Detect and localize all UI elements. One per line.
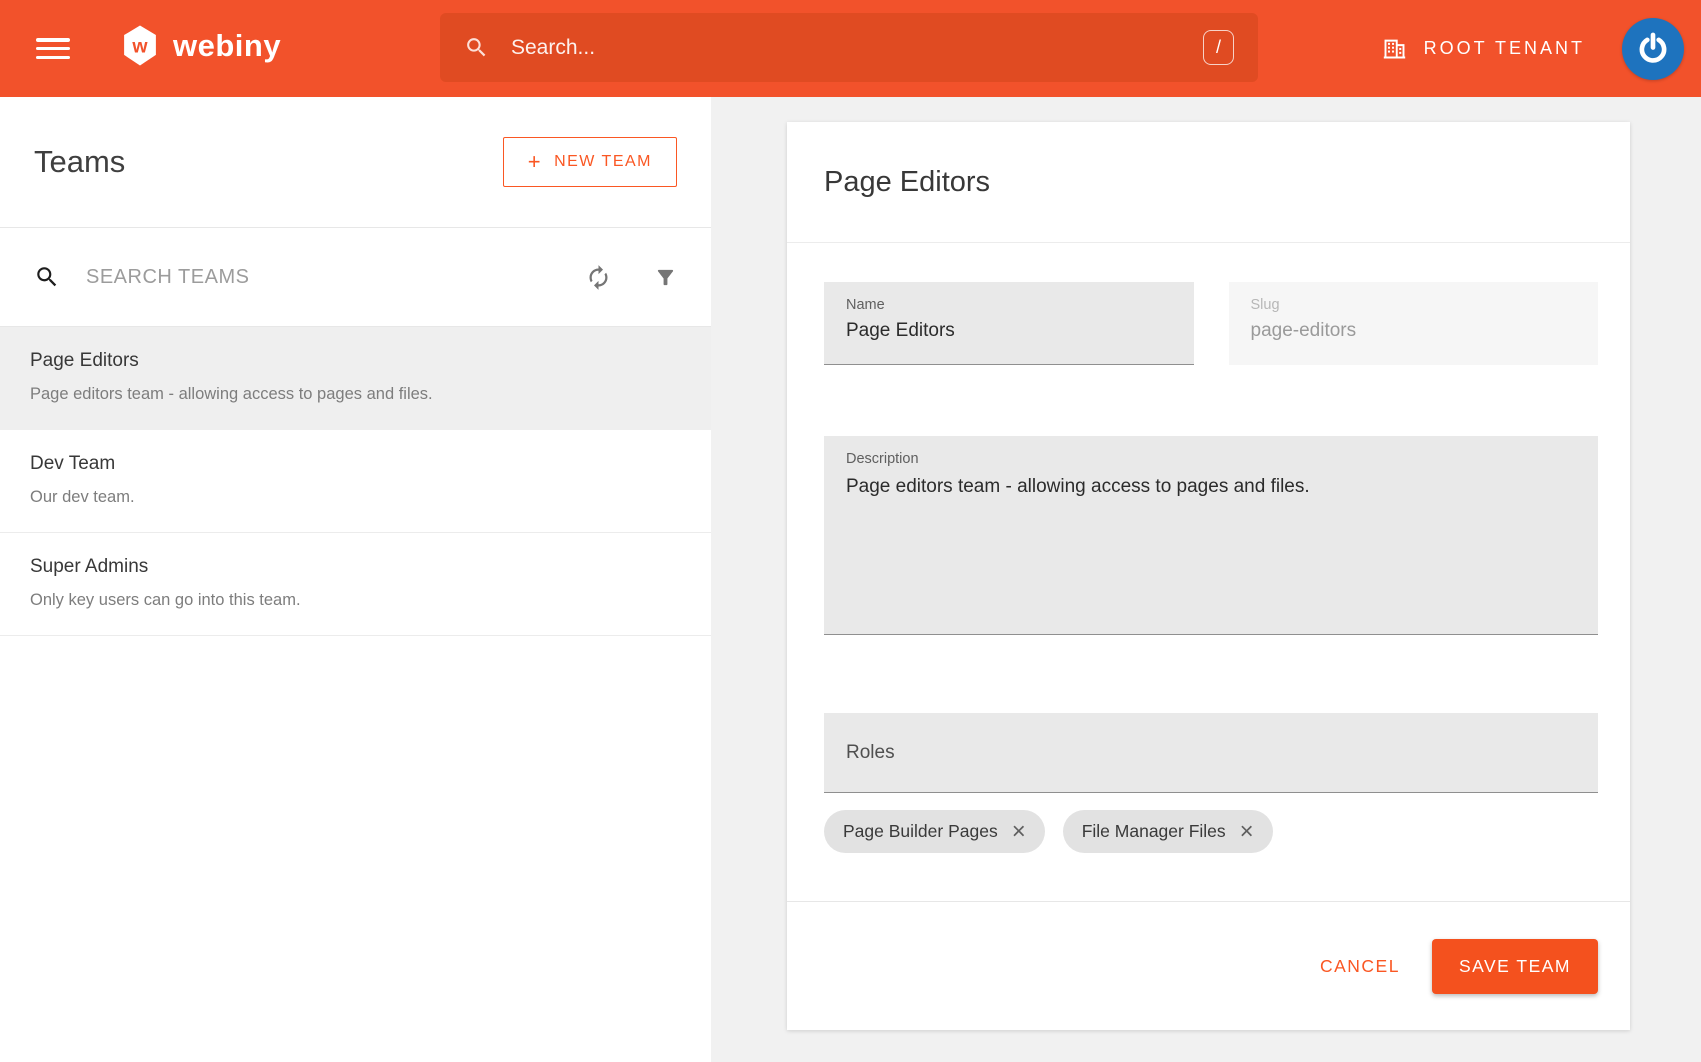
filter-icon (654, 266, 677, 289)
search-icon (464, 35, 489, 60)
role-chip[interactable]: Page Builder Pages × (824, 810, 1045, 853)
roles-field[interactable]: Roles (824, 713, 1598, 793)
webiny-logo[interactable]: w webiny (121, 25, 281, 66)
roles-chips: Page Builder Pages × File Manager Files … (824, 810, 1598, 853)
save-team-button[interactable]: SAVE TEAM (1432, 939, 1598, 994)
name-field: Name (824, 282, 1194, 365)
description-input[interactable]: Page editors team - allowing access to p… (846, 474, 1576, 624)
team-form-card: Page Editors Name Slug Description Page … (787, 122, 1630, 1030)
svg-text:w: w (131, 36, 148, 58)
global-search-input[interactable] (511, 36, 1203, 60)
slug-label: Slug (1251, 297, 1577, 313)
logo-text: webiny (173, 28, 281, 64)
webiny-admin-app: w webiny / (0, 0, 1701, 1062)
team-name: Dev Team (30, 453, 677, 475)
avatar[interactable] (1622, 18, 1684, 80)
top-bar: w webiny / (0, 0, 1701, 97)
slash-shortcut-badge: / (1203, 30, 1234, 65)
team-description: Only key users can go into this team. (30, 591, 677, 610)
refresh-icon (585, 264, 612, 291)
new-team-button-label: NEW TEAM (554, 153, 652, 171)
team-description: Our dev team. (30, 488, 677, 507)
form-body: Name Slug Description Page editors team … (787, 243, 1630, 853)
teams-search-input[interactable] (86, 266, 585, 289)
power-icon (1635, 31, 1671, 67)
global-search[interactable]: / (440, 13, 1258, 82)
page-title: Teams (34, 144, 125, 180)
team-list-item[interactable]: Super Admins Only key users can go into … (0, 533, 711, 636)
top-bar-right: ROOT TENANT (1381, 0, 1684, 97)
team-description: Page editors team - allowing access to p… (30, 385, 677, 404)
slug-input (1251, 320, 1577, 342)
role-chip[interactable]: File Manager Files × (1063, 810, 1273, 853)
team-list-item[interactable]: Page Editors Page editors team - allowin… (0, 327, 711, 430)
team-list: Page Editors Page editors team - allowin… (0, 327, 711, 636)
filter-button[interactable] (654, 266, 677, 289)
name-input[interactable] (846, 320, 1172, 342)
webiny-hexagon-icon: w (121, 25, 159, 66)
description-label: Description (846, 451, 1576, 467)
plus-icon: + (528, 151, 542, 173)
search-icon (34, 264, 60, 290)
new-team-button[interactable]: + NEW TEAM (503, 137, 677, 187)
slug-field: Slug (1229, 282, 1599, 365)
teams-search-bar (0, 228, 711, 327)
form-actions: CANCEL SAVE TEAM (787, 901, 1630, 1030)
role-chip-label: File Manager Files (1082, 821, 1226, 842)
teams-list-panel: Teams + NEW TEAM (0, 97, 711, 1062)
team-details-area: Page Editors Name Slug Description Page … (711, 97, 1701, 1062)
teams-panel-header: Teams + NEW TEAM (0, 97, 711, 228)
tenant-selector[interactable]: ROOT TENANT (1381, 35, 1585, 62)
menu-icon[interactable] (36, 38, 70, 59)
form-title: Page Editors (824, 166, 990, 199)
name-label: Name (846, 297, 1172, 313)
building-icon (1381, 35, 1408, 62)
team-list-item[interactable]: Dev Team Our dev team. (0, 430, 711, 533)
form-title-bar: Page Editors (787, 122, 1630, 243)
description-field: Description Page editors team - allowing… (824, 436, 1598, 635)
refresh-button[interactable] (585, 264, 612, 291)
role-chip-label: Page Builder Pages (843, 821, 998, 842)
remove-chip-icon[interactable]: × (1012, 820, 1026, 844)
roles-label: Roles (846, 742, 895, 764)
team-name: Super Admins (30, 556, 677, 578)
cancel-button[interactable]: CANCEL (1314, 946, 1406, 987)
remove-chip-icon[interactable]: × (1240, 820, 1254, 844)
tenant-label: ROOT TENANT (1424, 38, 1585, 59)
team-name: Page Editors (30, 350, 677, 372)
